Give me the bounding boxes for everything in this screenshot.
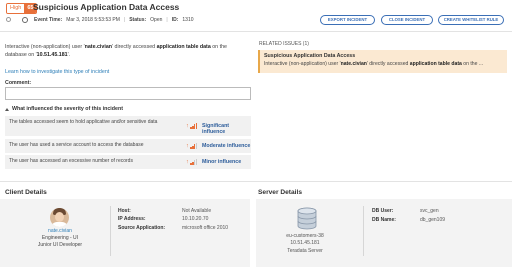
influence-bars-icon: ↑ — [186, 123, 198, 129]
learn-investigate-link[interactable]: Learn how to investigate this type of in… — [5, 69, 109, 75]
bar — [196, 159, 198, 165]
influence-heading: What influenced the severity of this inc… — [12, 106, 123, 112]
create-whitelist-rule-button[interactable]: CREATE WHITELIST RULE — [438, 15, 504, 25]
related-user: nate.civian — [340, 61, 367, 67]
related-issue-text: Interactive (non-application) user 'nate… — [264, 61, 504, 67]
meta-separator: | — [166, 16, 168, 23]
client-user-dept: Engineering - UI — [41, 235, 79, 241]
influence-level: Moderate influence — [202, 143, 251, 149]
description-text: Interactive (non-application) user ' — [5, 44, 85, 50]
db-name-label: DB Name: — [372, 217, 396, 223]
vertical-divider — [363, 206, 364, 256]
severity-label: High — [7, 4, 25, 13]
comment-input[interactable] — [5, 87, 251, 100]
close-incident-button[interactable]: CLOSE INCIDENT — [381, 15, 433, 25]
source-application-label: Source Application: — [118, 225, 166, 231]
influence-text: The tables accessed seem to hold applica… — [9, 119, 158, 125]
divider — [0, 31, 512, 32]
influence-level: Significant influence — [202, 123, 230, 135]
ip-address-label: IP Address: — [118, 216, 146, 222]
host-label: Host: — [118, 208, 131, 214]
divider — [0, 181, 512, 182]
arrow-up-icon: ↑ — [186, 123, 189, 129]
incident-header: High 65 Suspicious Application Data Acce… — [0, 0, 512, 28]
clock-icon — [22, 16, 28, 23]
vertical-divider — [110, 206, 111, 256]
client-user-role: Junior UI Developer — [37, 242, 83, 248]
id-value: 1310 — [182, 16, 194, 23]
influence-row: The user has used a service account to a… — [5, 139, 251, 153]
avatar — [50, 208, 69, 227]
incident-description: Interactive (non-application) user 'nate… — [5, 44, 245, 59]
influence-bars-icon: ↑ — [186, 159, 198, 165]
related-issue-title: Suspicious Application Data Access — [264, 53, 356, 59]
related-text: Interactive (non-application) user ' — [264, 61, 341, 67]
server-ip: 10.51.45.181 — [290, 240, 320, 246]
avatar-shirt — [51, 222, 68, 227]
client-details-title: Client Details — [5, 189, 47, 196]
host-value: Not Available — [182, 208, 212, 214]
description-text: ' directly accessed — [112, 44, 157, 50]
client-user-name[interactable]: nate.civian — [35, 228, 85, 234]
description-text: '. — [67, 51, 71, 58]
influence-bars-icon: ↑ — [186, 143, 198, 149]
influence-text: The user has used a service account to a… — [9, 142, 144, 148]
avatar-face — [55, 212, 64, 222]
incident-meta: Event Time: Mar 3, 2018 5:53:53 PM | Sta… — [22, 16, 194, 23]
description-user: nate.civian — [84, 44, 113, 50]
event-time-label: Event Time: — [34, 16, 63, 23]
influence-level: Minor influence — [202, 159, 242, 165]
event-time-value: Mar 3, 2018 5:53:53 PM — [66, 16, 120, 23]
related-text: on the ... — [461, 61, 484, 67]
ip-address-value: 10.10.20.70 — [182, 216, 209, 222]
influence-row: The user has accessed an excessive numbe… — [5, 155, 251, 169]
arrow-up-icon: ↑ — [186, 143, 189, 149]
server-details-title: Server Details — [258, 189, 302, 196]
status-label: Status: — [129, 16, 147, 23]
influence-toggle[interactable]: What influenced the severity of this inc… — [5, 106, 123, 112]
status-value: Open — [150, 16, 163, 23]
influence-text: The user has accessed an excessive numbe… — [9, 158, 133, 164]
db-user-label: DB User: — [372, 208, 394, 214]
influence-row: The tables accessed seem to hold applica… — [5, 116, 251, 136]
description-target: application table data — [156, 44, 211, 50]
server-type: Teradata Server — [287, 248, 323, 254]
source-application-value: microsoft office 2010 — [182, 225, 229, 231]
related-target: application table data — [409, 61, 462, 67]
meta-separator: | — [123, 16, 126, 23]
related-text: ' directly accessed — [366, 61, 410, 67]
description-ip: 10.51.45.181 — [36, 51, 68, 58]
bar — [196, 123, 198, 129]
arrow-up-icon: ↑ — [186, 159, 189, 165]
bar — [196, 143, 198, 149]
database-icon — [297, 207, 317, 230]
chevron-up-icon — [5, 107, 9, 111]
server-name: eu-customers-38 — [286, 233, 324, 239]
db-name-value: db_gen109 — [420, 217, 446, 223]
comment-label: Comment: — [5, 80, 32, 86]
page-title: Suspicious Application Data Access — [33, 2, 180, 12]
id-label: ID: — [171, 16, 179, 23]
select-radio[interactable] — [6, 17, 11, 22]
export-incident-button[interactable]: EXPORT INCIDENT — [320, 15, 375, 25]
db-user-value: svc_gen — [420, 208, 439, 214]
related-issues-heading: RELATED ISSUES (1) — [259, 41, 309, 47]
related-issue-card[interactable]: Suspicious Application Data Access Inter… — [258, 50, 507, 73]
